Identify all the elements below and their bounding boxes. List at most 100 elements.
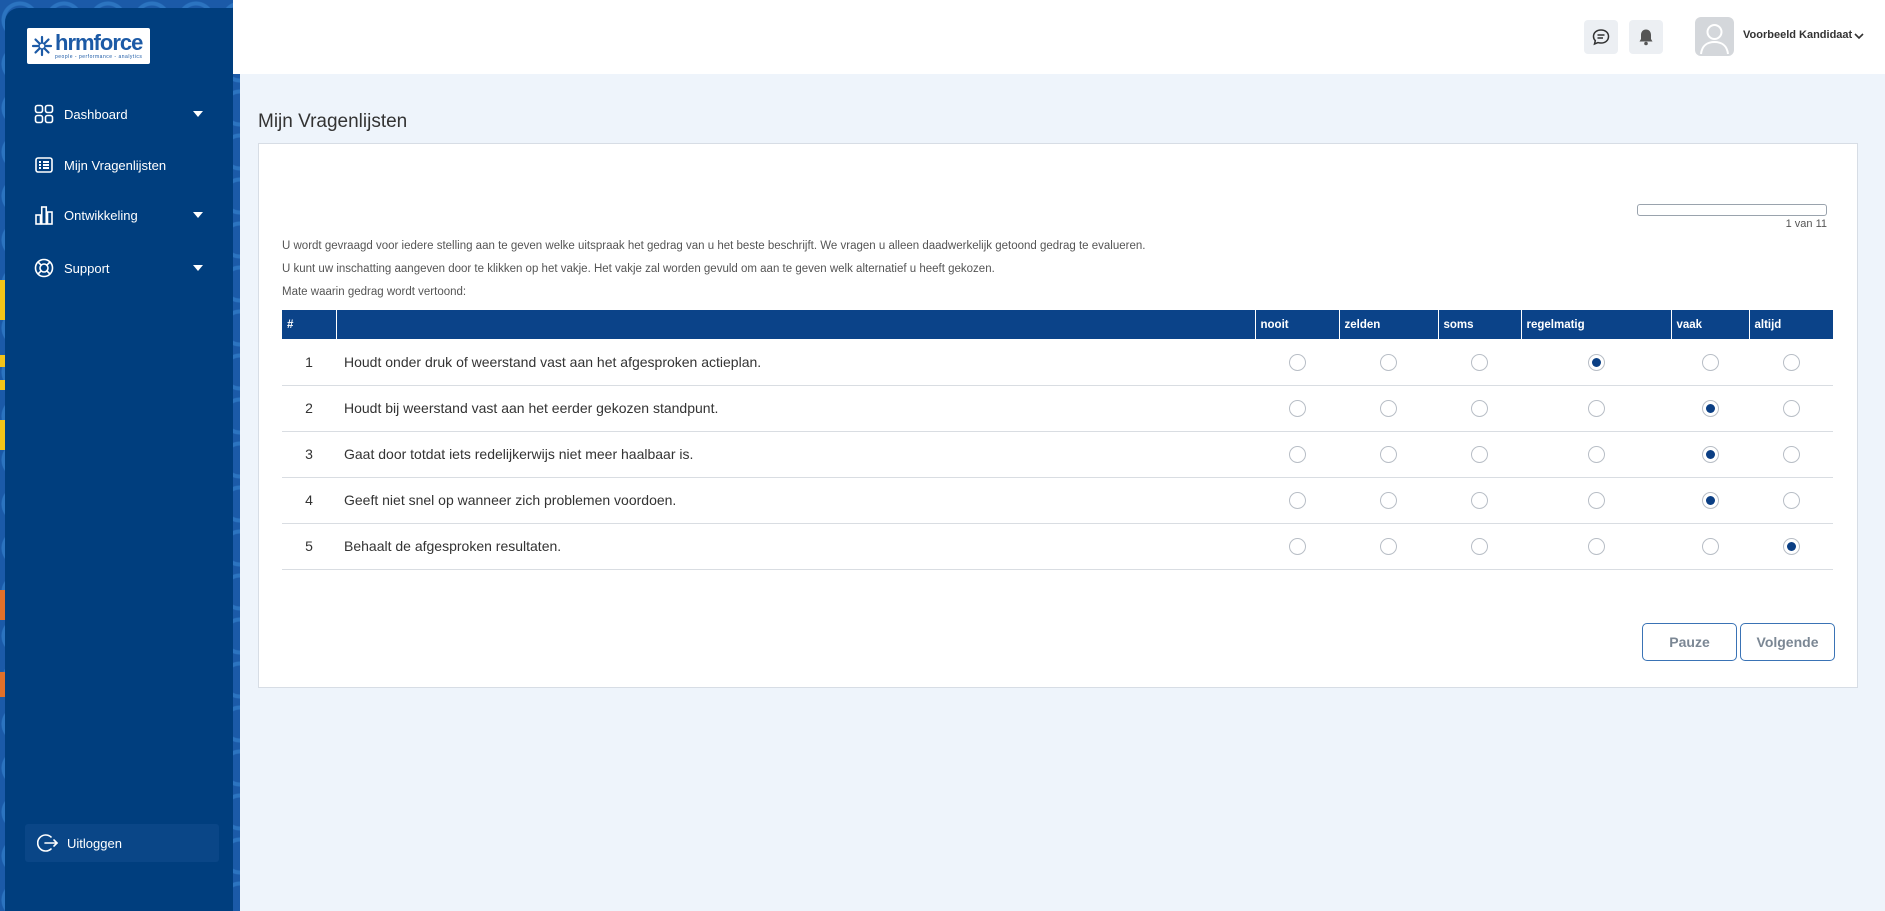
sidebar-item-ontwikkeling[interactable]: Ontwikkeling	[33, 201, 203, 229]
logout-label: Uitloggen	[67, 835, 122, 851]
option-cell	[1749, 385, 1833, 432]
bell-icon	[1639, 29, 1653, 46]
column-header-soms: soms	[1437, 310, 1521, 339]
radio-zelden[interactable]	[1380, 353, 1397, 371]
radio-nooit[interactable]	[1288, 353, 1306, 371]
table-row: 4 Geeft niet snel op wanneer zich problem…	[282, 477, 1833, 524]
option-cell	[1255, 523, 1339, 570]
column-header-nooit: nooit	[1254, 310, 1339, 339]
radio-soms[interactable]	[1471, 537, 1488, 555]
column-header-regelmatig: regelmatig	[1520, 310, 1671, 339]
radio-zelden[interactable]	[1380, 491, 1397, 509]
row-number: 3	[282, 431, 336, 478]
option-cell	[1255, 339, 1339, 386]
radio-soms[interactable]	[1471, 399, 1488, 417]
radio-altijd[interactable]	[1782, 445, 1800, 463]
radio-soms[interactable]	[1471, 445, 1488, 463]
radio-nooit[interactable]	[1288, 491, 1306, 509]
notifications-button[interactable]	[1629, 20, 1663, 54]
logout-icon	[37, 834, 59, 852]
radio-zelden[interactable]	[1380, 399, 1397, 417]
option-cell	[1521, 431, 1671, 478]
radio-altijd[interactable]	[1782, 399, 1800, 417]
radio-altijd[interactable]	[1782, 491, 1800, 509]
statement-text: Houdt bij weerstand vast aan het eerder …	[336, 385, 1255, 432]
option-cell	[1438, 523, 1521, 570]
radio-altijd[interactable]	[1782, 353, 1800, 371]
radio-vaak[interactable]	[1701, 491, 1719, 509]
statement-text: Geeft niet snel op wanneer zich probleme…	[336, 477, 1255, 524]
progress-label: 1 van 11	[1785, 218, 1827, 230]
row-number: 5	[282, 523, 336, 570]
radio-vaak[interactable]	[1701, 445, 1719, 463]
statement-text: Behaalt de afgesproken resultaten.	[336, 523, 1255, 570]
radio-regelmatig[interactable]	[1587, 445, 1605, 463]
sidebar-item-label: Support	[64, 260, 110, 276]
option-cell	[1255, 385, 1339, 432]
radio-vaak[interactable]	[1701, 399, 1719, 417]
radio-regelmatig[interactable]	[1587, 353, 1605, 371]
user-silhouette-icon	[1700, 24, 1729, 55]
sidebar-item-support[interactable]: Support	[33, 254, 203, 282]
option-cell	[1521, 385, 1671, 432]
radio-nooit[interactable]	[1288, 399, 1306, 417]
radio-soms[interactable]	[1471, 491, 1488, 509]
sidebar-item-dashboard[interactable]: Dashboard	[33, 100, 203, 128]
instruction-text: U wordt gevraagd voor iedere stelling aa…	[282, 240, 1146, 252]
radio-vaak[interactable]	[1701, 353, 1719, 371]
caret-down-icon	[193, 111, 203, 117]
option-cell	[1339, 339, 1438, 386]
chat-button[interactable]	[1584, 20, 1618, 54]
option-cell	[1339, 523, 1438, 570]
option-cell	[1438, 385, 1521, 432]
radio-regelmatig[interactable]	[1587, 537, 1605, 555]
logo-tagline: people - performance - analytics	[55, 54, 143, 60]
option-cell	[1671, 431, 1749, 478]
hrmforce-logo[interactable]: hrmforce people - performance - analytic…	[27, 28, 150, 64]
option-cell	[1749, 523, 1833, 570]
option-cell	[1438, 431, 1521, 478]
radio-regelmatig[interactable]	[1587, 399, 1605, 417]
radio-nooit[interactable]	[1288, 537, 1306, 555]
sidebar-item-label: Mijn Vragenlijsten	[64, 157, 167, 173]
bar-chart-icon	[33, 204, 55, 226]
column-header-statement	[335, 310, 1255, 339]
option-cell	[1749, 477, 1833, 524]
radio-zelden[interactable]	[1380, 537, 1397, 555]
sidebar-item-mijn-vragenlijsten[interactable]: Mijn Vragenlijsten	[33, 151, 203, 179]
user-name[interactable]: Voorbeeld Kandidaat	[1743, 29, 1852, 41]
statement-text: Houdt onder druk of weerstand vast aan h…	[336, 339, 1255, 386]
logout-button[interactable]: Uitloggen	[25, 824, 219, 862]
caret-down-icon	[193, 212, 203, 218]
option-cell	[1521, 477, 1671, 524]
option-cell	[1438, 339, 1521, 386]
chat-icon	[1592, 29, 1610, 46]
grid-icon	[33, 103, 55, 125]
row-number: 4	[282, 477, 336, 524]
logo-snowflake-icon	[31, 35, 53, 57]
sidebar-item-label: Ontwikkeling	[64, 207, 138, 223]
chevron-down-icon[interactable]	[1853, 30, 1865, 42]
avatar[interactable]	[1695, 17, 1734, 56]
table-row: 1 Houdt onder druk of weerstand vast aan …	[282, 339, 1833, 386]
radio-nooit[interactable]	[1288, 445, 1306, 463]
option-cell	[1255, 431, 1339, 478]
radio-vaak[interactable]	[1701, 537, 1719, 555]
next-button[interactable]: Volgende	[1740, 623, 1835, 661]
column-header-zelden: zelden	[1338, 310, 1438, 339]
row-number: 1	[282, 339, 336, 386]
logo-word: hrmforce	[55, 30, 143, 55]
table-row: 2 Houdt bij weerstand vast aan het eerder…	[282, 385, 1833, 432]
radio-altijd[interactable]	[1782, 537, 1800, 555]
radio-zelden[interactable]	[1380, 445, 1397, 463]
radio-regelmatig[interactable]	[1587, 491, 1605, 509]
pause-button[interactable]: Pauze	[1642, 623, 1737, 661]
option-cell	[1339, 431, 1438, 478]
column-header-vaak: vaak	[1670, 310, 1749, 339]
option-cell	[1671, 385, 1749, 432]
table-row: 3 Gaat door totdat iets redelijkerwijs ni…	[282, 431, 1833, 478]
option-cell	[1255, 477, 1339, 524]
radio-soms[interactable]	[1471, 353, 1488, 371]
page-title: Mijn Vragenlijsten	[258, 110, 408, 132]
progress-bar	[1637, 204, 1827, 216]
